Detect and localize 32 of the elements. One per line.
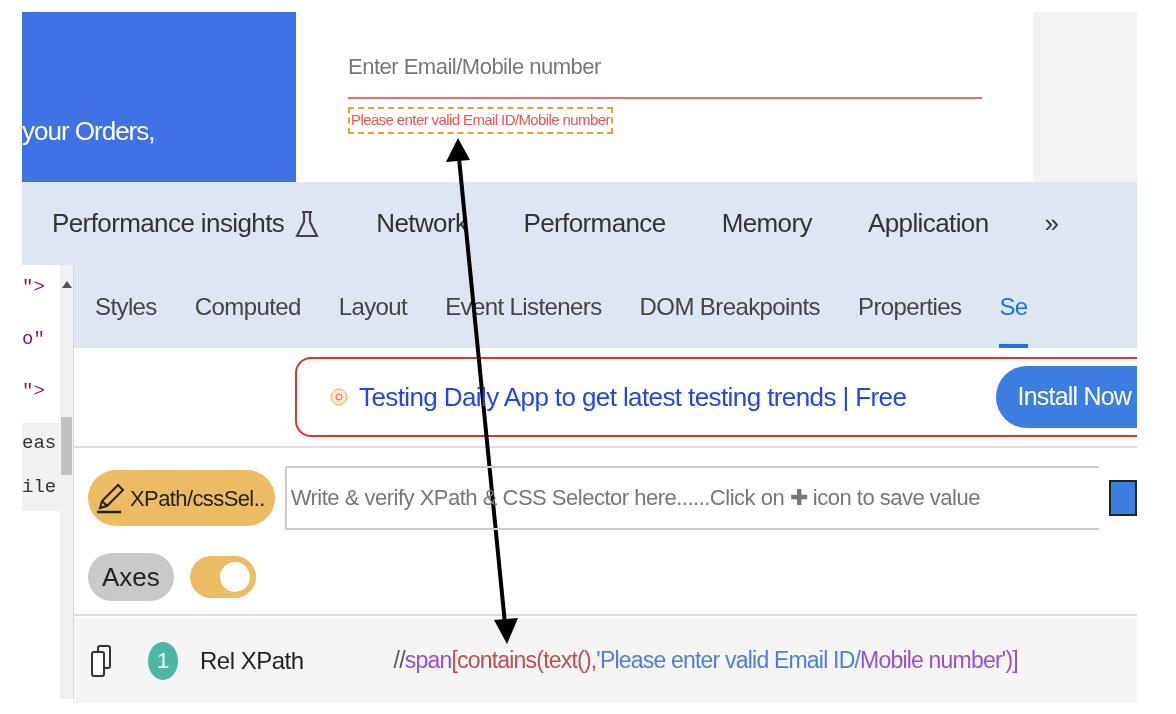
- panel-tab[interactable]: Styles: [95, 265, 157, 348]
- go-button[interactable]: [1109, 480, 1137, 516]
- code-fragment: o": [22, 327, 46, 352]
- code-fragment: ">: [22, 275, 46, 300]
- code-fragment: eas: [22, 423, 60, 467]
- panel-tab[interactable]: Layout: [338, 265, 408, 348]
- devtools-tab[interactable]: Memory: [721, 204, 822, 243]
- devtools-tab[interactable]: Performance insights: [52, 204, 331, 243]
- side-text: your Orders,: [22, 116, 155, 146]
- axes-button[interactable]: Axes: [88, 553, 174, 601]
- devtools-tab[interactable]: Application: [867, 204, 999, 243]
- scroll-up-icon: [61, 279, 73, 289]
- panel-tab[interactable]: Computed: [194, 265, 301, 348]
- more-tabs-button[interactable]: »: [1044, 204, 1059, 243]
- panel-tab[interactable]: DOM Breakpoints: [639, 265, 820, 348]
- toggle-switch[interactable]: [189, 556, 256, 598]
- devtools-tab[interactable]: Performance: [523, 204, 676, 243]
- copy-icon: [90, 643, 112, 678]
- app-logo-icon: [329, 387, 349, 407]
- flask-icon: [294, 209, 321, 238]
- pencil-icon: [94, 482, 126, 514]
- code-fragment: ">: [22, 379, 46, 404]
- scrollbar-thumb[interactable]: [61, 417, 72, 475]
- xpath-result: //span[contains(text(),'Please enter valid Email ID/Mobile number')]: [393, 646, 1018, 676]
- match-count: 1: [148, 641, 178, 680]
- panel-tab[interactable]: Se: [999, 265, 1028, 348]
- error-message: Please enter valid Email ID/Mobile number: [348, 107, 613, 134]
- install-button[interactable]: Install Now: [995, 366, 1137, 428]
- panel-tab[interactable]: Properties: [858, 265, 962, 348]
- mode-button[interactable]: XPath/cssSel..: [88, 470, 275, 526]
- result-label: Rel XPath: [200, 645, 304, 676]
- code-fragment: ile: [22, 467, 60, 511]
